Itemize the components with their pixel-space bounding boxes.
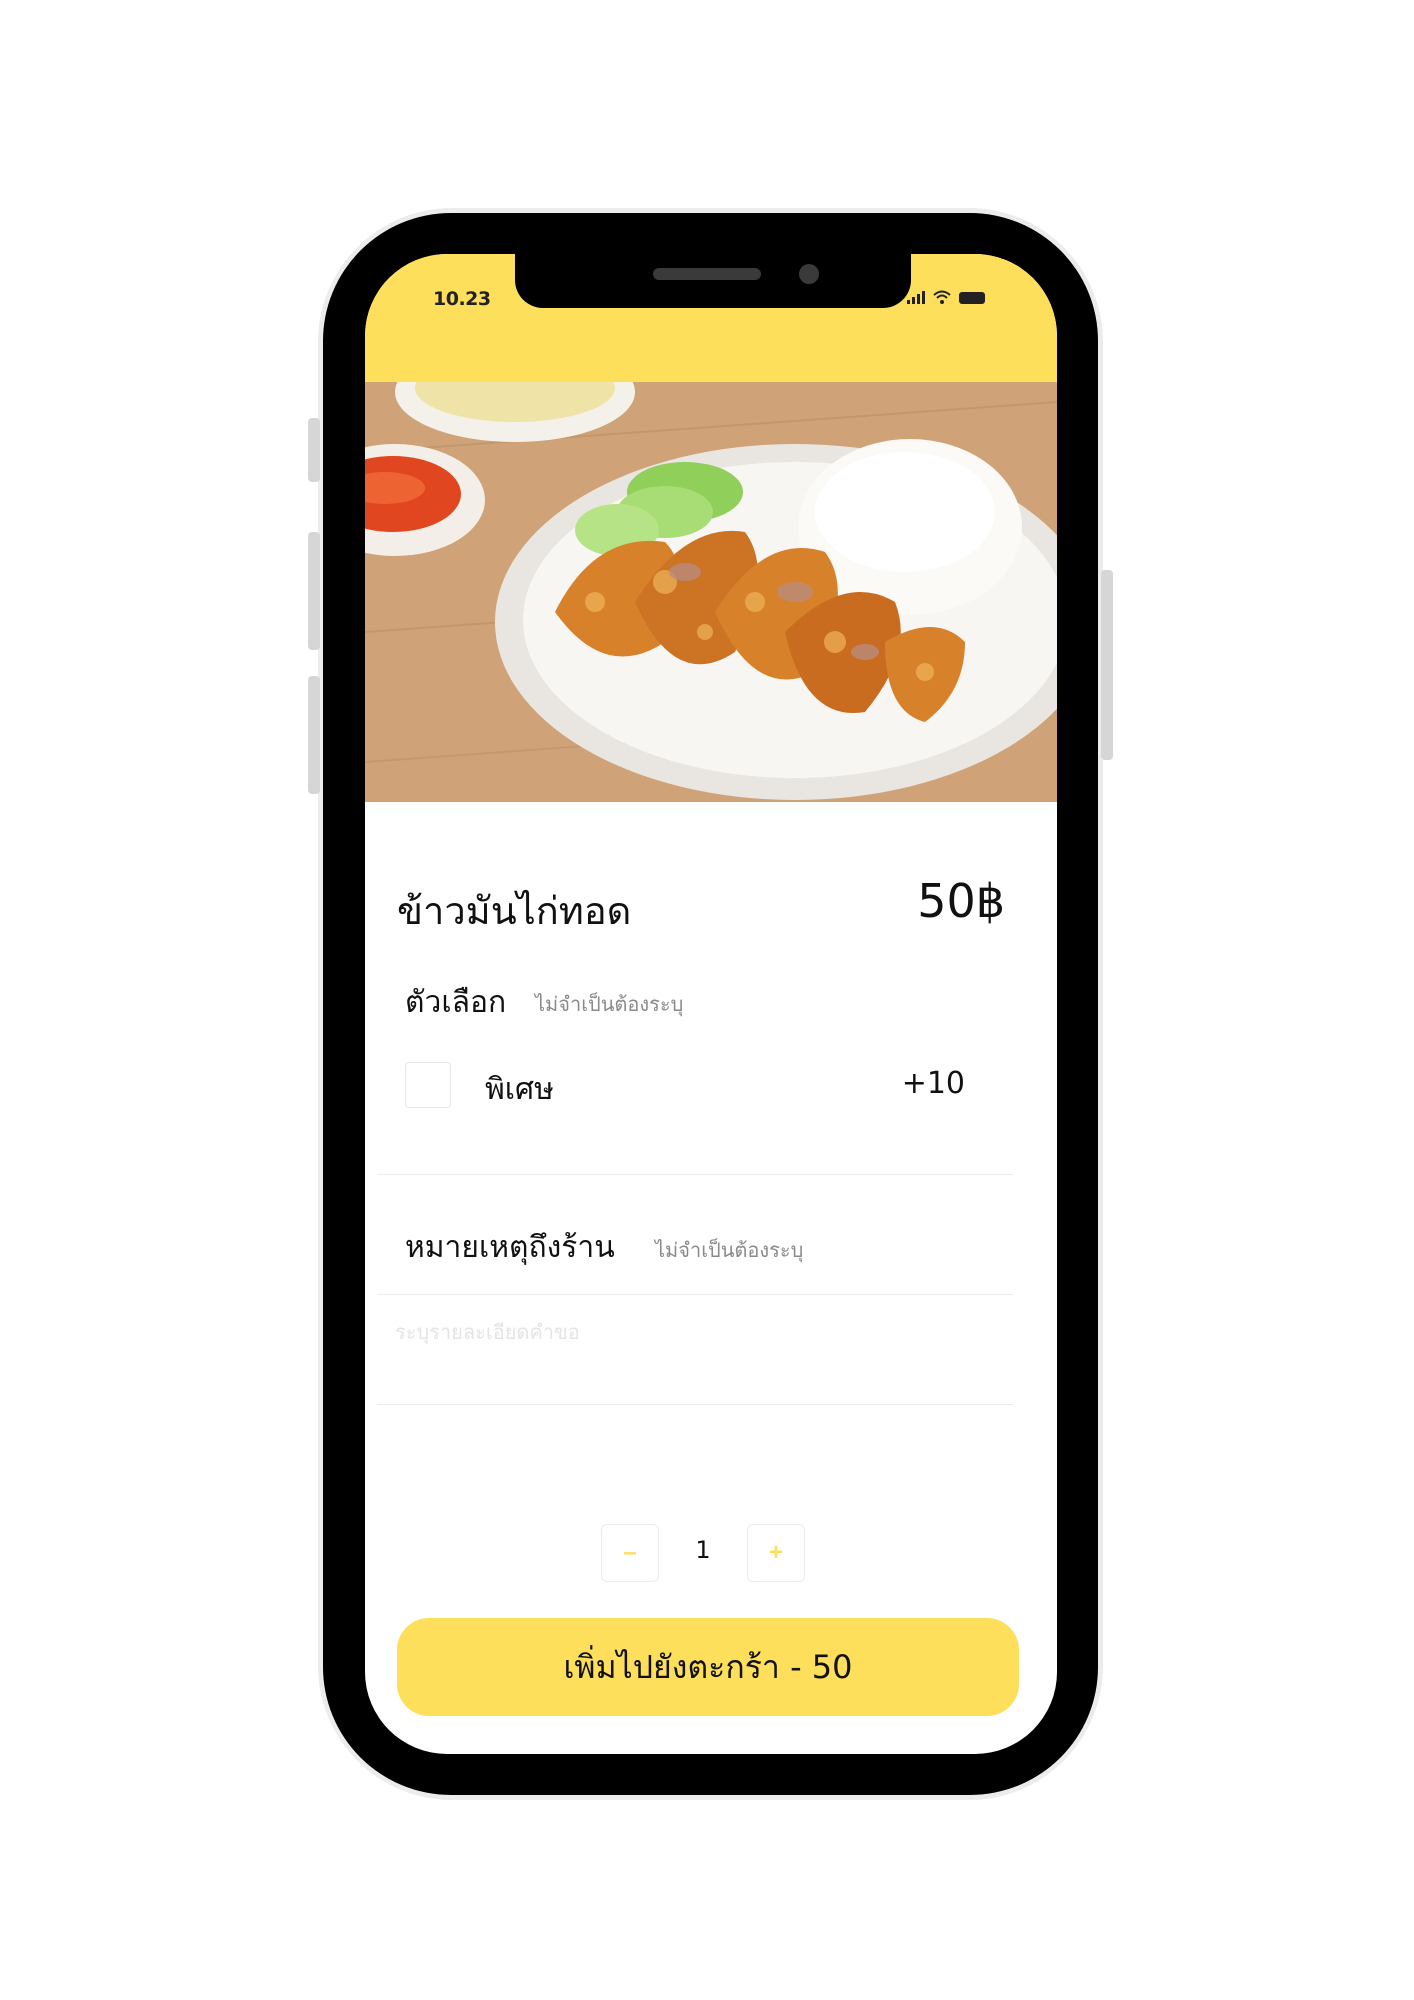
power-button (1101, 570, 1113, 760)
option-row-special[interactable]: พิเศษ +10 (405, 1060, 965, 1110)
food-photo (365, 382, 1057, 802)
option-checkbox[interactable] (405, 1062, 451, 1108)
options-optional-hint: ไม่จำเป็นต้องระบุ (535, 992, 684, 1016)
note-optional-hint: ไม่จำเป็นต้องระบุ (655, 1238, 804, 1262)
fried-chicken-rice-image (365, 382, 1057, 802)
decrease-quantity-button[interactable]: – (601, 1524, 659, 1582)
divider (377, 1404, 1013, 1405)
options-title: ตัวเลือก (405, 985, 507, 1020)
battery-icon (959, 292, 985, 304)
option-label: พิเศษ (485, 1072, 554, 1107)
option-price: +10 (901, 1066, 965, 1101)
note-title: หมายเหตุถึงร้าน (405, 1230, 615, 1265)
volume-up-button (308, 532, 320, 650)
volume-down-button (308, 676, 320, 794)
status-time: 10.23 (433, 288, 491, 310)
status-icons (907, 288, 985, 304)
phone-notch (515, 254, 911, 308)
app-header: 10.23 (365, 254, 1057, 382)
note-input[interactable] (377, 1302, 1013, 1362)
signal-icon (907, 290, 925, 304)
dish-name: ข้าวมันไก่ทอด (397, 889, 632, 933)
dish-price: 50฿ (917, 874, 1005, 928)
speaker-icon (653, 268, 761, 280)
quantity-value: 1 (695, 1536, 711, 1564)
increase-quantity-button[interactable]: + (747, 1524, 805, 1582)
camera-icon (799, 264, 819, 284)
mute-switch (308, 418, 320, 482)
app-screen: 10.23 ข้าวมันไก่ทอด 50฿ ตัวเลือก ไม่จำเป… (365, 254, 1057, 1754)
divider (377, 1174, 1013, 1175)
divider (377, 1294, 1013, 1295)
add-to-cart-button[interactable]: เพิ่มไปยังตะกร้า - 50 (397, 1618, 1019, 1716)
wifi-icon (933, 290, 951, 304)
